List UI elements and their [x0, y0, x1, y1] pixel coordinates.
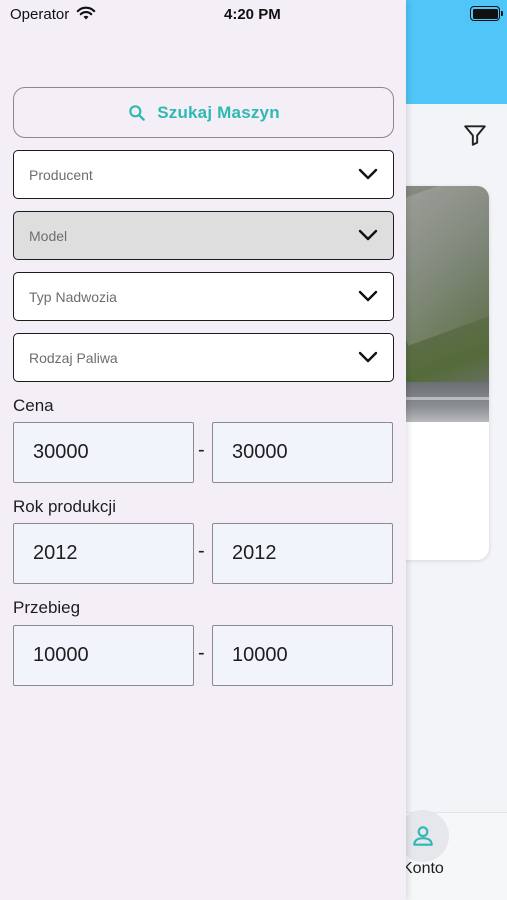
person-icon[interactable] [410, 823, 436, 849]
filter-icon[interactable] [462, 122, 488, 148]
filter-drawer: Szukaj Maszyn Producent Model Typ Nadwoz… [0, 0, 406, 900]
producer-select[interactable]: Producent [13, 150, 394, 199]
price-to-input[interactable]: 30000 [212, 422, 393, 483]
fuel-type-select[interactable]: Rodzaj Paliwa [13, 333, 394, 382]
mileage-separator: - [198, 642, 205, 664]
mileage-label: Przebieg [13, 598, 81, 617]
year-to-input[interactable]: 2012 [212, 523, 393, 584]
producer-placeholder: Producent [29, 166, 93, 183]
tab-konto-label[interactable]: Konto [402, 860, 444, 878]
battery-icon [470, 6, 503, 21]
chevron-down-icon [358, 229, 378, 241]
search-machines-button[interactable]: Szukaj Maszyn [13, 87, 394, 138]
body-type-placeholder: Typ Nadwozia [29, 288, 117, 305]
fuel-type-placeholder: Rodzaj Paliwa [29, 349, 118, 366]
status-time: 4:20 PM [224, 6, 281, 23]
mileage-to-input[interactable]: 10000 [212, 625, 393, 686]
price-from-input[interactable]: 30000 [13, 422, 194, 483]
year-label: Rok produkcji [13, 497, 116, 516]
chevron-down-icon [358, 290, 378, 302]
price-label: Cena [13, 396, 54, 415]
chevron-down-icon [358, 351, 378, 363]
wifi-icon [76, 6, 96, 20]
chevron-down-icon [358, 168, 378, 180]
search-button-label: Szukaj Maszyn [157, 102, 280, 122]
model-select[interactable]: Model [13, 211, 394, 260]
carrier-label: Operator [10, 6, 70, 23]
year-from-input[interactable]: 2012 [13, 523, 194, 584]
search-icon [129, 104, 146, 121]
body-type-select[interactable]: Typ Nadwozia [13, 272, 394, 321]
year-separator: - [198, 540, 205, 562]
model-placeholder: Model [29, 227, 68, 244]
status-bar: Operator 4:20 PM [0, 0, 507, 30]
mileage-from-input[interactable]: 10000 [13, 625, 194, 686]
price-separator: - [198, 439, 205, 461]
